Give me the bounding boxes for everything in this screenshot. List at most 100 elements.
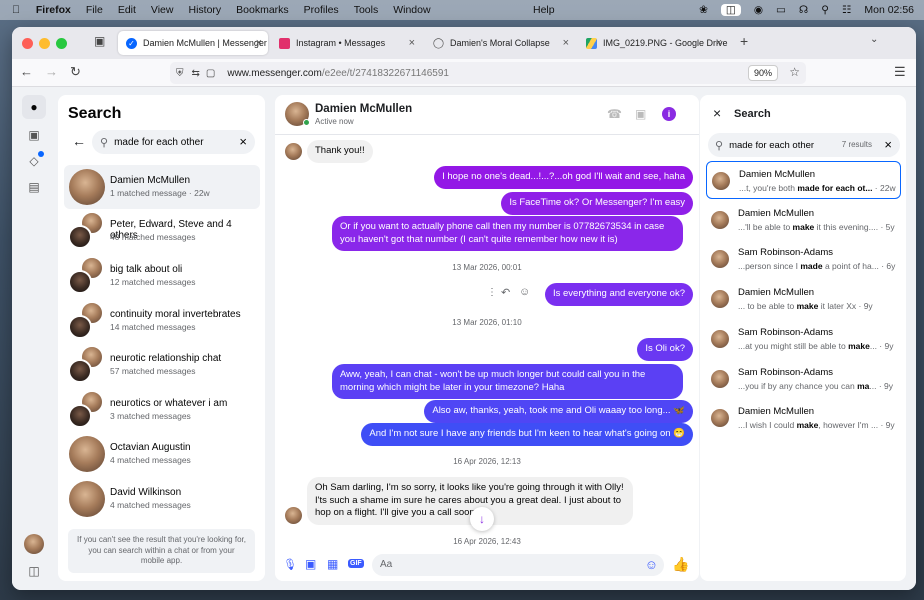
menu-bookmarks[interactable]: Bookmarks bbox=[236, 4, 289, 16]
search-result-item[interactable]: neurotic relationship chat 57 matched mes… bbox=[64, 343, 260, 387]
permissions-icon[interactable]: ⇆ bbox=[192, 68, 200, 79]
microphone-icon[interactable]: 🎙 bbox=[283, 558, 297, 571]
menu-app-name[interactable]: Firefox bbox=[36, 4, 71, 16]
menu-help[interactable]: Help bbox=[533, 4, 555, 16]
emoji-icon[interactable]: ☺ bbox=[645, 557, 658, 572]
bookmark-star-icon[interactable]: ☆ bbox=[789, 65, 800, 79]
search-result-item[interactable]: Peter, Edward, Steve and 4 others 40 matc… bbox=[64, 209, 260, 253]
headphones-icon[interactable]: ☊ bbox=[799, 4, 808, 16]
result-sender: Damien McMullen bbox=[738, 406, 815, 418]
search-footer: If you can't see the result that you're … bbox=[68, 529, 255, 573]
message-result-item[interactable]: Sam Robinson-Adams ...person since I made… bbox=[706, 240, 901, 278]
minimize-window-button[interactable] bbox=[39, 37, 50, 49]
menu-window[interactable]: Window bbox=[393, 4, 430, 16]
zoom-level-badge[interactable]: 90% bbox=[747, 65, 778, 81]
hamburger-menu-icon[interactable]: ☰ bbox=[894, 64, 906, 80]
sticker-icon[interactable]: ▦ bbox=[327, 557, 338, 571]
message-bubble[interactable]: And I'm not sure I have any friends but … bbox=[361, 423, 693, 446]
message-bubble[interactable]: Is everything and everyone ok? bbox=[544, 283, 693, 306]
chat-search-panel: Search ← ⚲ made for each other × Damien … bbox=[58, 95, 265, 581]
message-bubble[interactable]: Is FaceTime ok? Or Messenger? I'm easy bbox=[501, 192, 693, 215]
requests-icon[interactable]: ◇ bbox=[22, 149, 46, 173]
conversation-info-icon[interactable]: i bbox=[662, 107, 676, 121]
url-bar[interactable]: ⛨ ⇆ ▢ www.messenger.com/e2ee/t/274183226… bbox=[170, 62, 806, 84]
snippet-time: · 5y bbox=[878, 221, 895, 232]
message-result-item[interactable]: Damien McMullen ...t, you're both made fo… bbox=[706, 161, 901, 199]
reload-icon[interactable]: ↻ bbox=[70, 64, 81, 80]
chats-icon[interactable]: ● bbox=[22, 95, 46, 119]
message-bubble[interactable]: Thank you!! bbox=[307, 140, 373, 163]
thumbs-up-icon[interactable]: 👍 bbox=[672, 556, 689, 573]
profile-avatar[interactable] bbox=[24, 534, 44, 554]
search-input[interactable]: ⚲ made for each other × bbox=[92, 130, 255, 154]
photo-icon[interactable]: ▣ bbox=[305, 557, 316, 571]
tab-messenger[interactable]: ✓ Damien McMullen | Messenger × bbox=[118, 31, 268, 55]
video-call-icon[interactable]: ▣ bbox=[635, 107, 646, 121]
message-bubble[interactable]: Aww, yeah, I can chat - won't be up much… bbox=[332, 364, 683, 399]
scroll-to-bottom-button[interactable]: ↓ bbox=[470, 507, 494, 531]
close-tab-icon[interactable]: × bbox=[256, 37, 262, 49]
lock-icon[interactable]: ▢ bbox=[206, 68, 215, 79]
back-arrow-icon[interactable]: ← bbox=[72, 133, 86, 149]
close-tab-icon[interactable]: × bbox=[409, 37, 415, 49]
search-result-item[interactable]: neurotics or whatever i am 3 matched mess… bbox=[64, 388, 260, 432]
react-icon[interactable]: ☺ bbox=[519, 286, 530, 298]
message-bubble[interactable]: Or if you want to actually phone call th… bbox=[332, 216, 683, 251]
apple-icon[interactable]:  bbox=[12, 4, 20, 16]
message-bubble[interactable]: I hope no one's dead...!...?...oh god I'… bbox=[434, 166, 693, 189]
marketplace-icon[interactable]: ▣ bbox=[22, 123, 46, 147]
tab-moral-collapse[interactable]: ◯ Damien's Moral Collapse × bbox=[425, 31, 575, 55]
clear-search-icon[interactable]: × bbox=[884, 137, 892, 152]
control-center-icon[interactable]: ☷ bbox=[842, 4, 851, 16]
tab-google-drive[interactable]: IMG_0219.PNG - Google Drive × bbox=[578, 31, 728, 55]
gif-icon[interactable]: GIF bbox=[348, 559, 364, 568]
spotlight-search-icon[interactable]: ⚲ bbox=[821, 4, 829, 16]
close-window-button[interactable] bbox=[22, 37, 33, 49]
battery-icon[interactable]: ▭ bbox=[776, 4, 786, 16]
search-result-item[interactable]: continuity moral invertebrates 14 matched… bbox=[64, 299, 260, 343]
tab-list-chevron-icon[interactable]: ⌄ bbox=[870, 34, 878, 45]
back-icon[interactable]: ← bbox=[20, 64, 33, 79]
close-search-icon[interactable]: × bbox=[713, 105, 721, 121]
status-car-icon[interactable]: ◉ bbox=[754, 4, 763, 16]
message-result-item[interactable]: Damien McMullen ...'ll be able to make it… bbox=[706, 201, 901, 239]
messenger-icon: ✓ bbox=[126, 37, 137, 49]
menu-profiles[interactable]: Profiles bbox=[304, 4, 339, 16]
tab-manager-icon[interactable]: ▣ bbox=[94, 34, 105, 48]
menu-history[interactable]: History bbox=[188, 4, 221, 16]
search-result-item[interactable]: David Wilkinson 4 matched messages bbox=[64, 477, 260, 521]
message-result-item[interactable]: Sam Robinson-Adams ...at you might still … bbox=[706, 320, 901, 358]
close-tab-icon[interactable]: × bbox=[716, 37, 722, 49]
menu-edit[interactable]: Edit bbox=[118, 4, 136, 16]
menubar-clock[interactable]: Mon 02:56 bbox=[864, 4, 914, 16]
search-result-item[interactable]: Octavian Augustin 4 matched messages bbox=[64, 432, 260, 476]
contact-name[interactable]: Damien McMullen bbox=[315, 103, 412, 115]
forward-icon[interactable]: → bbox=[45, 64, 58, 79]
search-result-item[interactable]: Damien McMullen 1 matched message · 22w bbox=[64, 165, 260, 209]
message-result-item[interactable]: Damien McMullen ... to be able to make it… bbox=[706, 280, 901, 318]
menu-view[interactable]: View bbox=[151, 4, 174, 16]
menu-file[interactable]: File bbox=[86, 4, 103, 16]
reply-icon[interactable]: ↶ bbox=[501, 286, 510, 299]
new-tab-icon[interactable]: + bbox=[740, 33, 748, 49]
archive-icon[interactable]: ▤ bbox=[22, 175, 46, 199]
message-bubble[interactable]: Also aw, thanks, yeah, took me and Oli w… bbox=[424, 400, 693, 423]
zoom-window-button[interactable] bbox=[56, 37, 67, 49]
search-result-item[interactable]: big talk about oli 12 matched messages bbox=[64, 254, 260, 298]
status-openai-icon[interactable]: ❀ bbox=[699, 4, 708, 16]
sidebar-toggle-icon[interactable]: ◫ bbox=[22, 559, 46, 583]
status-sidebar-icon[interactable]: ◫ bbox=[720, 4, 741, 16]
in-chat-search-input[interactable]: ⚲ made for each other 7 results × bbox=[708, 133, 900, 157]
shield-icon[interactable]: ⛨ bbox=[176, 68, 184, 79]
more-options-icon[interactable]: ⋮ bbox=[487, 287, 497, 298]
message-placeholder: Aa bbox=[380, 559, 393, 570]
tab-instagram[interactable]: Instagram • Messages × bbox=[271, 31, 421, 55]
message-input[interactable]: Aa ☺ bbox=[372, 554, 664, 576]
message-result-item[interactable]: Damien McMullen ...I wish I could make, h… bbox=[706, 399, 901, 437]
message-bubble[interactable]: Is Oli ok? bbox=[637, 338, 693, 361]
close-tab-icon[interactable]: × bbox=[563, 37, 569, 49]
phone-call-icon[interactable]: ☎ bbox=[607, 107, 622, 121]
message-result-item[interactable]: Sam Robinson-Adams ...you if by any chanc… bbox=[706, 360, 901, 398]
clear-search-icon[interactable]: × bbox=[239, 134, 247, 149]
menu-tools[interactable]: Tools bbox=[354, 4, 379, 16]
